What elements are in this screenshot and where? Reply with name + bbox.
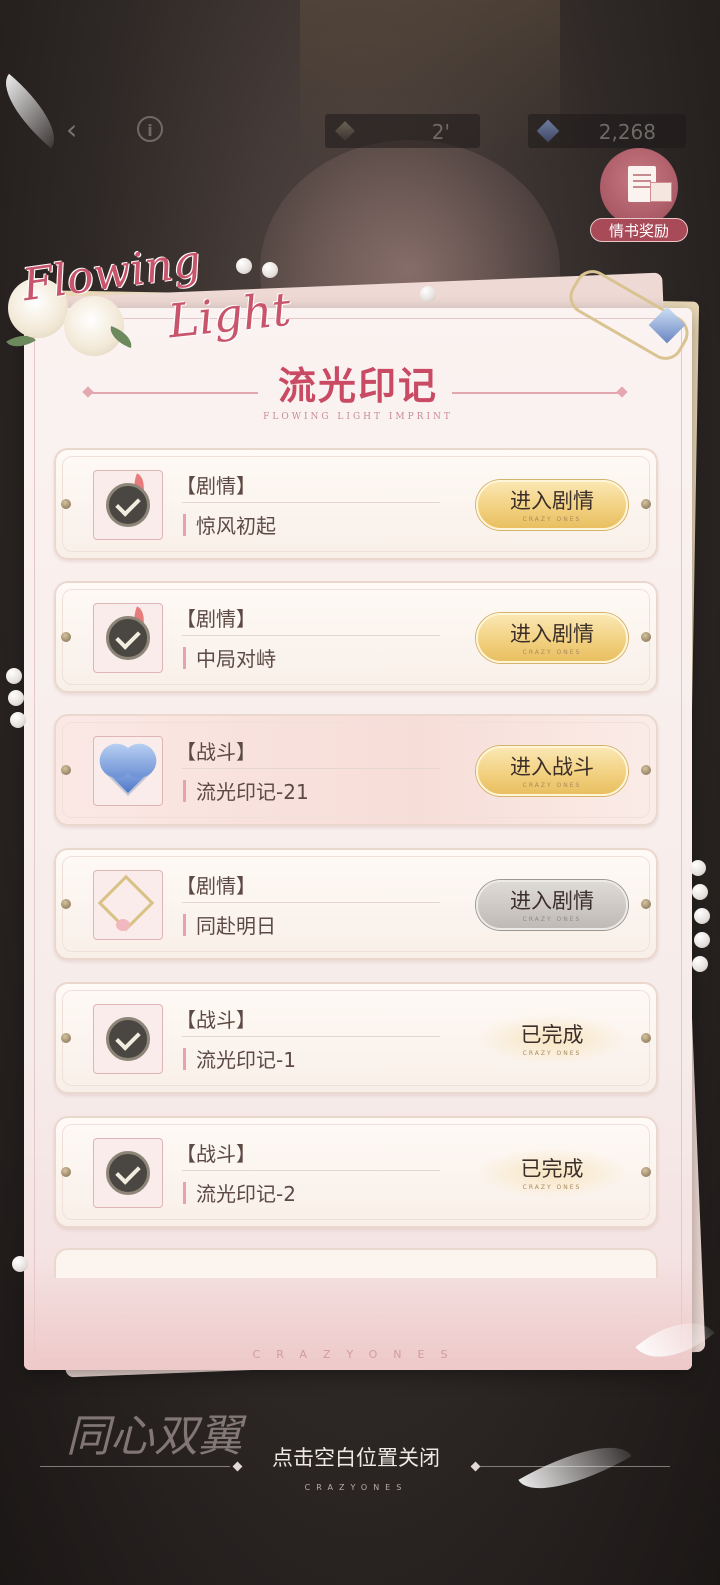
entry-thumbnail <box>93 870 163 940</box>
completed-status: 已完成 CRAZY ONES <box>476 1148 628 1198</box>
entry-name: 中局对峙 <box>196 647 276 671</box>
entry-type: 【战斗】 <box>176 1008 256 1032</box>
imprint-entry: 【战斗】 流光印记-1 已完成 CRAZY ONES <box>54 982 658 1094</box>
blue-heart-gem-icon <box>103 747 153 797</box>
page-subtitle: FLOWING LIGHT IMPRINT <box>263 412 453 422</box>
imprint-entry: 【剧情】 同赴明日 进入剧情 CRAZY ONES <box>54 848 658 960</box>
entry-thumbnail <box>93 1004 163 1074</box>
imprint-entry: 【剧情】 中局对峙 进入剧情 CRAZY ONES <box>54 581 658 693</box>
entry-type: 【战斗】 <box>176 740 256 764</box>
enter-battle-button[interactable]: 进入战斗 CRAZY ONES <box>476 746 628 796</box>
currency-diamond[interactable]: 2,268 <box>528 114 686 148</box>
imprint-entry: 【战斗】 流光印记-21 进入战斗 CRAZY ONES <box>54 714 658 826</box>
check-badge-icon <box>106 1017 150 1061</box>
logo-text-light: Light <box>165 281 294 349</box>
entry-thumbnail <box>93 736 163 806</box>
love-letter-gift-icon <box>600 148 678 226</box>
flowing-light-logo: Flowing Light <box>6 236 308 358</box>
panel-header: 流光印记 FLOWING LIGHT IMPRINT <box>24 362 692 432</box>
top-bar: ‹ i 2' 2,268 <box>0 110 720 150</box>
feather-token-icon <box>335 121 355 141</box>
enter-story-button-disabled[interactable]: 进入剧情 CRAZY ONES <box>476 880 628 930</box>
pearl-decoration <box>12 1256 28 1272</box>
imprint-entry: 【剧情】 惊风初起 进入剧情 CRAZY ONES <box>54 448 658 560</box>
check-badge-icon <box>106 483 150 527</box>
check-badge-icon <box>106 616 150 660</box>
panel-brand-text: CRAZYONES <box>252 1348 464 1361</box>
pearl-decoration <box>690 860 706 876</box>
entry-thumbnail <box>93 1138 163 1208</box>
pearl-decoration <box>694 908 710 924</box>
enter-story-button[interactable]: 进入剧情 CRAZY ONES <box>476 480 628 530</box>
diamond-icon <box>536 119 560 143</box>
pearl-decoration <box>8 690 24 706</box>
entry-type: 【战斗】 <box>176 1142 256 1166</box>
pearl-decoration <box>694 932 710 948</box>
entry-name: 同赴明日 <box>196 914 276 938</box>
entry-name: 惊风初起 <box>196 514 276 538</box>
completed-status: 已完成 CRAZY ONES <box>476 1014 628 1064</box>
imprint-entry-partial <box>54 1248 658 1278</box>
info-icon[interactable]: i <box>137 116 163 142</box>
entry-name: 流光印记-1 <box>196 1048 296 1072</box>
check-badge-icon <box>106 1151 150 1195</box>
pearl-decoration <box>692 884 708 900</box>
back-arrow-icon[interactable]: ‹ <box>66 116 100 146</box>
imprint-entry: 【战斗】 流光印记-2 已完成 CRAZY ONES <box>54 1116 658 1228</box>
currency-feather-token[interactable]: 2' <box>325 114 480 148</box>
entry-name: 流光印记-21 <box>196 780 309 804</box>
love-letter-reward-button[interactable]: 情书奖励 <box>590 148 688 244</box>
pearl-decoration <box>692 956 708 972</box>
pearl-decoration <box>420 286 436 302</box>
entry-name: 流光印记-2 <box>196 1182 296 1206</box>
pearl-decoration <box>10 712 26 728</box>
currency-value: 2,268 <box>598 120 656 144</box>
entry-thumbnail <box>93 470 163 540</box>
pearl-decoration <box>6 668 22 684</box>
currency-value: 2' <box>431 120 450 144</box>
entry-thumbnail <box>93 603 163 673</box>
white-rose <box>64 296 124 356</box>
reward-label: 情书奖励 <box>590 218 688 242</box>
entry-type: 【剧情】 <box>176 474 256 498</box>
close-hint-brand: CRAZYONES <box>304 1483 408 1492</box>
entry-type: 【剧情】 <box>176 874 256 898</box>
page-title: 流光印记 <box>277 363 438 408</box>
enter-story-button[interactable]: 进入剧情 CRAZY ONES <box>476 613 628 663</box>
entry-type: 【剧情】 <box>176 607 256 631</box>
